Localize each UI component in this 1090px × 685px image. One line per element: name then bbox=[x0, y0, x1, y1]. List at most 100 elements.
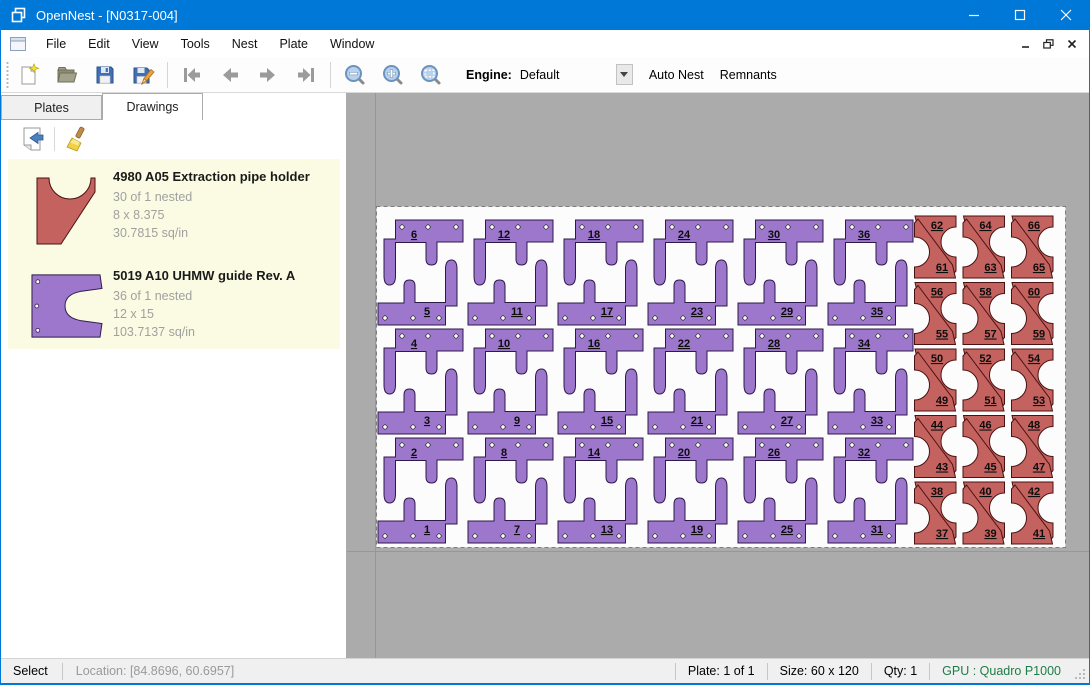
menu-file[interactable]: File bbox=[35, 33, 77, 55]
import-drawing-button[interactable] bbox=[17, 124, 47, 154]
part-number: 62 bbox=[931, 220, 943, 232]
save-button[interactable] bbox=[88, 60, 122, 90]
toolbar-separator bbox=[167, 62, 168, 88]
nest-view: 6512111817242330293635431091615222128273… bbox=[347, 93, 1089, 658]
go-first-button[interactable] bbox=[175, 60, 209, 90]
part-number: 37 bbox=[936, 528, 948, 540]
part-number: 24 bbox=[678, 229, 691, 241]
mdi-close-button[interactable] bbox=[1060, 35, 1083, 53]
part-number: 23 bbox=[691, 306, 703, 318]
mdi-minimize-button[interactable] bbox=[1014, 35, 1037, 53]
red-part-thumbnail-icon bbox=[31, 172, 101, 250]
drawing-title: 4980 A05 Extraction pipe holder bbox=[113, 169, 336, 184]
statusbar-separator bbox=[871, 663, 872, 680]
status-plate: Plate: 1 of 1 bbox=[688, 664, 755, 678]
sidebar-panel: Plates Drawings bbox=[1, 93, 347, 658]
part-number: 44 bbox=[931, 420, 944, 432]
tab-drawings[interactable]: Drawings bbox=[102, 93, 203, 120]
menu-tools[interactable]: Tools bbox=[170, 33, 221, 55]
save-as-button[interactable] bbox=[126, 60, 160, 90]
engine-label: Engine: bbox=[466, 68, 512, 82]
part-number: 42 bbox=[1028, 486, 1040, 498]
zoom-in-button[interactable] bbox=[376, 60, 410, 90]
part-number: 65 bbox=[1033, 262, 1045, 274]
part-number: 55 bbox=[936, 329, 948, 341]
part-number: 51 bbox=[984, 395, 996, 407]
menu-nest[interactable]: Nest bbox=[221, 33, 269, 55]
tab-plates[interactable]: Plates bbox=[1, 95, 102, 120]
part-number: 40 bbox=[979, 486, 991, 498]
menu-view[interactable]: View bbox=[121, 33, 170, 55]
part-number: 25 bbox=[781, 524, 793, 536]
part-number: 14 bbox=[588, 447, 601, 459]
part-number: 57 bbox=[984, 329, 996, 341]
mdi-minimize-icon bbox=[1021, 39, 1031, 49]
menu-plate[interactable]: Plate bbox=[268, 33, 319, 55]
drawing-nested-count: 36 of 1 nested bbox=[113, 287, 336, 305]
part-number: 8 bbox=[501, 447, 507, 459]
zoom-fit-icon bbox=[419, 63, 443, 87]
drawing-area: 103.7137 sq/in bbox=[113, 323, 336, 341]
part-number: 2 bbox=[411, 447, 417, 459]
new-file-button[interactable] bbox=[12, 60, 46, 90]
drawing-list-item[interactable]: 5019 A10 UHMW guide Rev. A 36 of 1 neste… bbox=[8, 258, 340, 349]
go-first-icon bbox=[180, 63, 204, 87]
resize-grip[interactable] bbox=[1073, 667, 1087, 681]
drawing-list-item[interactable]: 4980 A05 Extraction pipe holder 30 of 1 … bbox=[8, 159, 340, 258]
window-maximize-button[interactable] bbox=[997, 0, 1043, 30]
part-number: 60 bbox=[1028, 287, 1040, 299]
mdi-close-icon bbox=[1067, 39, 1077, 49]
clean-button[interactable] bbox=[62, 124, 92, 154]
window-minimize-button[interactable] bbox=[951, 0, 997, 30]
part-number: 31 bbox=[871, 524, 883, 536]
part-number: 5 bbox=[424, 306, 430, 318]
part-number: 41 bbox=[1033, 528, 1045, 540]
statusbar-separator bbox=[767, 663, 768, 680]
part-number: 16 bbox=[588, 338, 600, 350]
go-next-icon bbox=[256, 63, 280, 87]
part-number: 12 bbox=[498, 229, 510, 241]
go-previous-button[interactable] bbox=[213, 60, 247, 90]
nest-canvas[interactable]: 6512111817242330293635431091615222128273… bbox=[347, 93, 1089, 658]
main-toolbar: Engine: Default Auto Nest Remnants bbox=[1, 57, 1089, 93]
part-number: 45 bbox=[984, 462, 996, 474]
part-number: 35 bbox=[871, 306, 883, 318]
remnants-button[interactable]: Remnants bbox=[720, 68, 777, 82]
open-file-button[interactable] bbox=[50, 60, 84, 90]
minimize-icon bbox=[968, 9, 980, 21]
part-number: 33 bbox=[871, 415, 883, 427]
auto-nest-button[interactable]: Auto Nest bbox=[649, 68, 704, 82]
part-number: 29 bbox=[781, 306, 793, 318]
menu-window[interactable]: Window bbox=[319, 33, 385, 55]
part-number: 52 bbox=[979, 353, 991, 365]
part-number: 48 bbox=[1028, 420, 1040, 432]
toolbar-separator bbox=[330, 62, 331, 88]
menu-edit[interactable]: Edit bbox=[77, 33, 121, 55]
part-number: 13 bbox=[601, 524, 613, 536]
toolbar-grip[interactable] bbox=[5, 62, 10, 88]
engine-combo[interactable]: Default bbox=[520, 68, 612, 82]
zoom-fit-button[interactable] bbox=[414, 60, 448, 90]
mdi-restore-button[interactable] bbox=[1037, 35, 1060, 53]
app-icon bbox=[10, 6, 28, 24]
go-next-button[interactable] bbox=[251, 60, 285, 90]
part-number: 34 bbox=[858, 338, 871, 350]
part-number: 59 bbox=[1033, 329, 1045, 341]
part-number: 20 bbox=[678, 447, 690, 459]
save-as-icon bbox=[131, 63, 155, 87]
zoom-out-button[interactable] bbox=[338, 60, 372, 90]
statusbar-separator bbox=[62, 663, 63, 680]
part-number: 17 bbox=[601, 306, 613, 318]
drawing-nested-count: 30 of 1 nested bbox=[113, 188, 336, 206]
part-number: 53 bbox=[1033, 395, 1045, 407]
go-last-button[interactable] bbox=[289, 60, 323, 90]
window-close-button[interactable] bbox=[1043, 0, 1089, 30]
status-size: Size: 60 x 120 bbox=[780, 664, 859, 678]
engine-combo-dropdown-button[interactable] bbox=[616, 64, 633, 85]
part-number: 18 bbox=[588, 229, 600, 241]
part-number: 7 bbox=[514, 524, 520, 536]
sidebar-tabs: Plates Drawings bbox=[1, 93, 346, 120]
window-title: OpenNest - [N0317-004] bbox=[36, 8, 178, 23]
part-number: 46 bbox=[979, 420, 991, 432]
close-icon bbox=[1060, 9, 1072, 21]
